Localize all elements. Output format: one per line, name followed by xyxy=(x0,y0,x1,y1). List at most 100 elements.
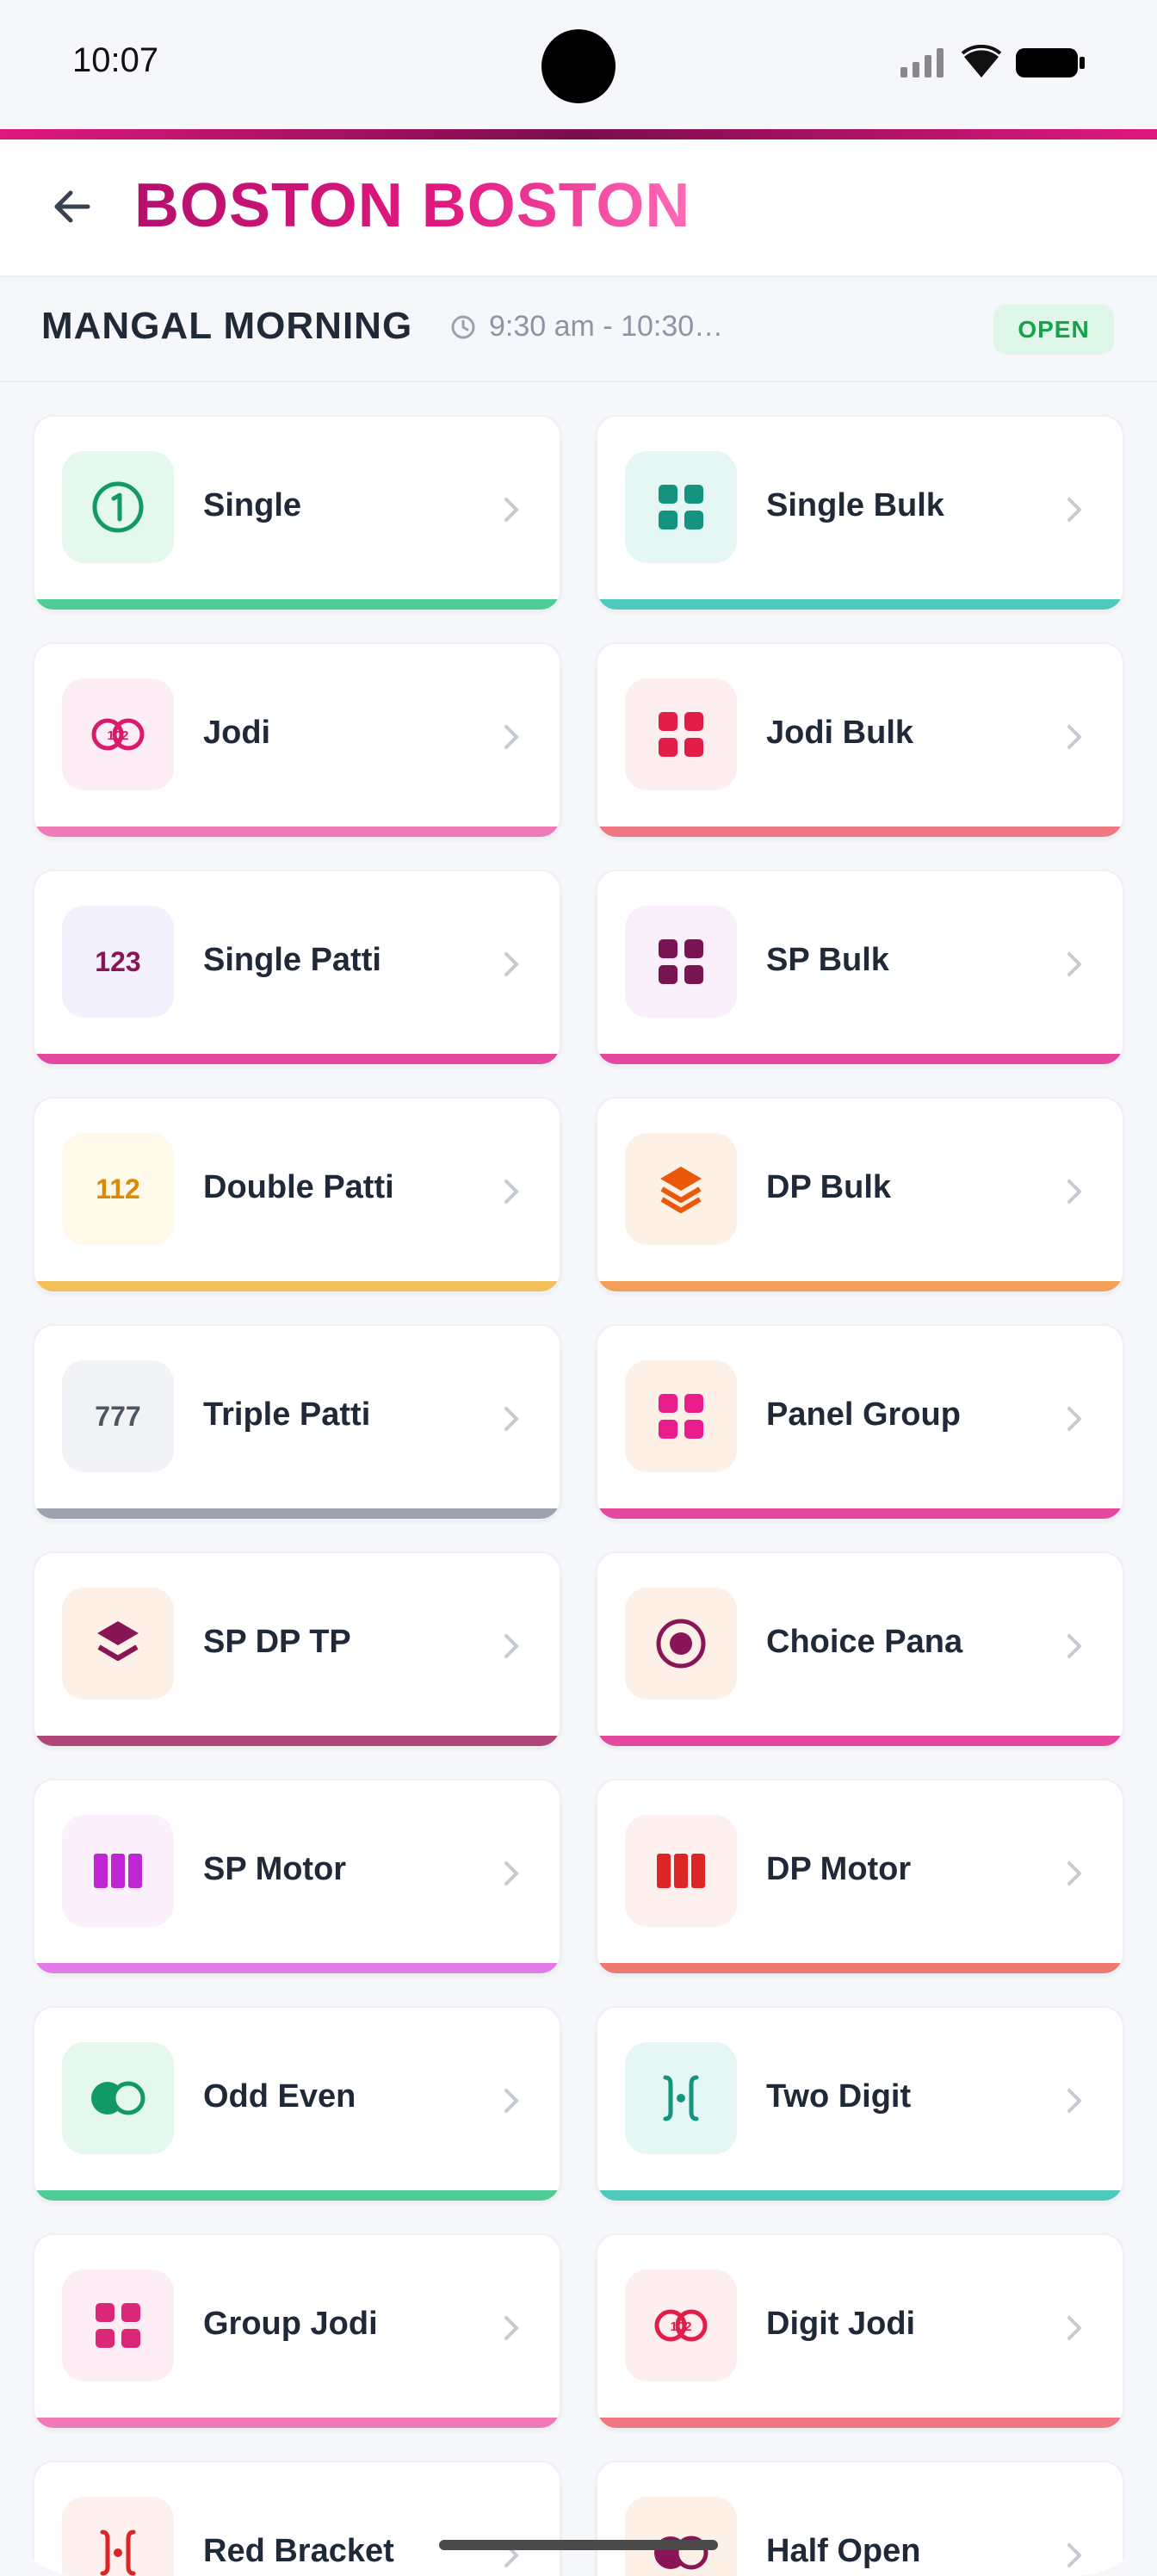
card-label: Red Bracket xyxy=(203,2533,394,2569)
card-label: Panel Group xyxy=(766,1396,961,1433)
card-accent-bar xyxy=(34,2418,560,2428)
card-accent-bar xyxy=(34,599,560,610)
card-label: Jodi Bulk xyxy=(766,715,914,751)
number-112-icon-box: 112 xyxy=(62,1133,174,1245)
card-dp-bulk[interactable]: DP Bulk xyxy=(596,1097,1124,1293)
card-label: SP DP TP xyxy=(203,1624,351,1660)
layers-icon xyxy=(97,1621,139,1661)
session-time: 9:30 am - 10:30… xyxy=(449,310,723,344)
chevron-right-icon xyxy=(504,1634,519,1658)
odd-even-icon-box xyxy=(625,2497,737,2576)
layers-icon-box xyxy=(625,1133,737,1245)
card-jodi-bulk[interactable]: Jodi Bulk xyxy=(596,642,1124,839)
phone-screen: 10:07 BOSTON BOSTON MANGAL MORNING 9:30 … xyxy=(0,0,1157,2576)
card-double-patti[interactable]: 112 Double Patti xyxy=(33,1097,561,1293)
page-title: BOSTON BOSTON xyxy=(134,171,691,240)
card-sp-dp-tp[interactable]: SP DP TP xyxy=(33,1551,561,1748)
card-accent-bar xyxy=(34,827,560,837)
card-label: SP Bulk xyxy=(766,942,889,978)
number-123-icon-box: 123 xyxy=(62,906,174,1018)
number-112-icon: 112 xyxy=(96,1173,140,1204)
chevron-right-icon xyxy=(1067,725,1082,749)
header-accent-line xyxy=(0,129,1157,139)
number-777-icon: 777 xyxy=(95,1400,141,1432)
odd-even-icon xyxy=(654,2536,708,2570)
card-accent-bar xyxy=(34,1508,560,1519)
number-777-icon-box: 777 xyxy=(62,1360,174,1472)
bracket-icon-box xyxy=(62,2497,174,2576)
bracket-icon xyxy=(663,2075,699,2121)
motor-bars-icon-box xyxy=(625,1815,737,1927)
chevron-right-icon xyxy=(1067,1407,1082,1431)
jodi-rings-icon: 102 xyxy=(91,718,145,751)
card-label: DP Motor xyxy=(766,1851,912,1887)
motor-bars-icon-box xyxy=(62,1815,174,1927)
number-one-icon xyxy=(92,481,144,533)
session-time-text: 9:30 am - 10:30… xyxy=(489,310,724,343)
grid-icon-box xyxy=(625,1360,737,1472)
chevron-right-icon xyxy=(1067,1861,1082,1886)
grid-icon-box xyxy=(625,906,737,1018)
grid-icon xyxy=(659,1394,703,1439)
card-label: Digit Jodi xyxy=(766,2306,916,2342)
card-group-jodi[interactable]: Group Jodi xyxy=(33,2233,561,2430)
card-single[interactable]: Single xyxy=(33,415,561,611)
card-accent-bar xyxy=(34,1281,560,1291)
back-button[interactable] xyxy=(41,174,103,239)
chevron-right-icon xyxy=(504,498,519,522)
card-single-patti[interactable]: 123 Single Patti xyxy=(33,870,561,1066)
arrow-left-icon xyxy=(54,190,90,223)
number-one-icon-box xyxy=(62,451,174,563)
odd-even-icon-box xyxy=(62,2042,174,2154)
chevron-right-icon xyxy=(1067,2089,1082,2113)
card-accent-bar xyxy=(597,827,1123,837)
card-red-bracket[interactable]: Red Bracket xyxy=(33,2461,561,2576)
svg-text:102: 102 xyxy=(670,2319,691,2334)
number-123-icon: 123 xyxy=(95,945,141,977)
card-odd-even[interactable]: Odd Even xyxy=(33,2006,561,2202)
card-label: Single Patti xyxy=(203,942,381,978)
card-accent-bar xyxy=(597,1054,1123,1064)
svg-text:102: 102 xyxy=(107,728,128,743)
motor-bars-icon xyxy=(657,1854,705,1888)
card-label: Group Jodi xyxy=(203,2306,378,2342)
card-single-bulk[interactable]: Single Bulk xyxy=(596,415,1124,611)
session-bar: MANGAL MORNING 9:30 am - 10:30… OPEN xyxy=(0,277,1157,382)
layers-icon xyxy=(660,1167,702,1213)
chevron-right-icon xyxy=(1067,2543,1082,2567)
grid-icon xyxy=(659,939,703,984)
clock-icon xyxy=(451,315,475,338)
target-icon xyxy=(656,1619,706,1669)
chevron-right-icon xyxy=(1067,1180,1082,1204)
card-label: Triple Patti xyxy=(203,1396,371,1433)
card-half-open[interactable]: Half Open xyxy=(596,2461,1124,2576)
card-label: Odd Even xyxy=(203,2078,356,2115)
chevron-right-icon xyxy=(1067,1634,1082,1658)
chevron-right-icon xyxy=(504,725,519,749)
card-accent-bar xyxy=(597,1281,1123,1291)
card-accent-bar xyxy=(597,2418,1123,2428)
bracket-icon xyxy=(100,2530,136,2576)
chevron-right-icon xyxy=(504,1407,519,1431)
card-accent-bar xyxy=(34,1963,560,1973)
card-label: Single Bulk xyxy=(766,487,944,523)
status-badge: OPEN xyxy=(993,305,1114,355)
card-triple-patti[interactable]: 777 Triple Patti xyxy=(33,1324,561,1520)
card-two-digit[interactable]: Two Digit xyxy=(596,2006,1124,2202)
grid-icon-box xyxy=(625,451,737,563)
chevron-right-icon xyxy=(1067,498,1082,522)
card-choice-pana[interactable]: Choice Pana xyxy=(596,1551,1124,1748)
chevron-right-icon xyxy=(1067,952,1082,976)
card-panel-group[interactable]: Panel Group xyxy=(596,1324,1124,1520)
status-bar: 10:07 xyxy=(0,0,1157,129)
card-sp-bulk[interactable]: SP Bulk xyxy=(596,870,1124,1066)
card-dp-motor[interactable]: DP Motor xyxy=(596,1779,1124,1975)
card-sp-motor[interactable]: SP Motor xyxy=(33,1779,561,1975)
card-digit-jodi[interactable]: 102 Digit Jodi xyxy=(596,2233,1124,2430)
card-label: Double Patti xyxy=(203,1169,394,1205)
bracket-icon-box xyxy=(625,2042,737,2154)
grid-icon xyxy=(659,485,703,529)
card-jodi[interactable]: 102 Jodi xyxy=(33,642,561,839)
home-indicator[interactable] xyxy=(439,2540,718,2550)
chevron-right-icon xyxy=(504,2089,519,2113)
